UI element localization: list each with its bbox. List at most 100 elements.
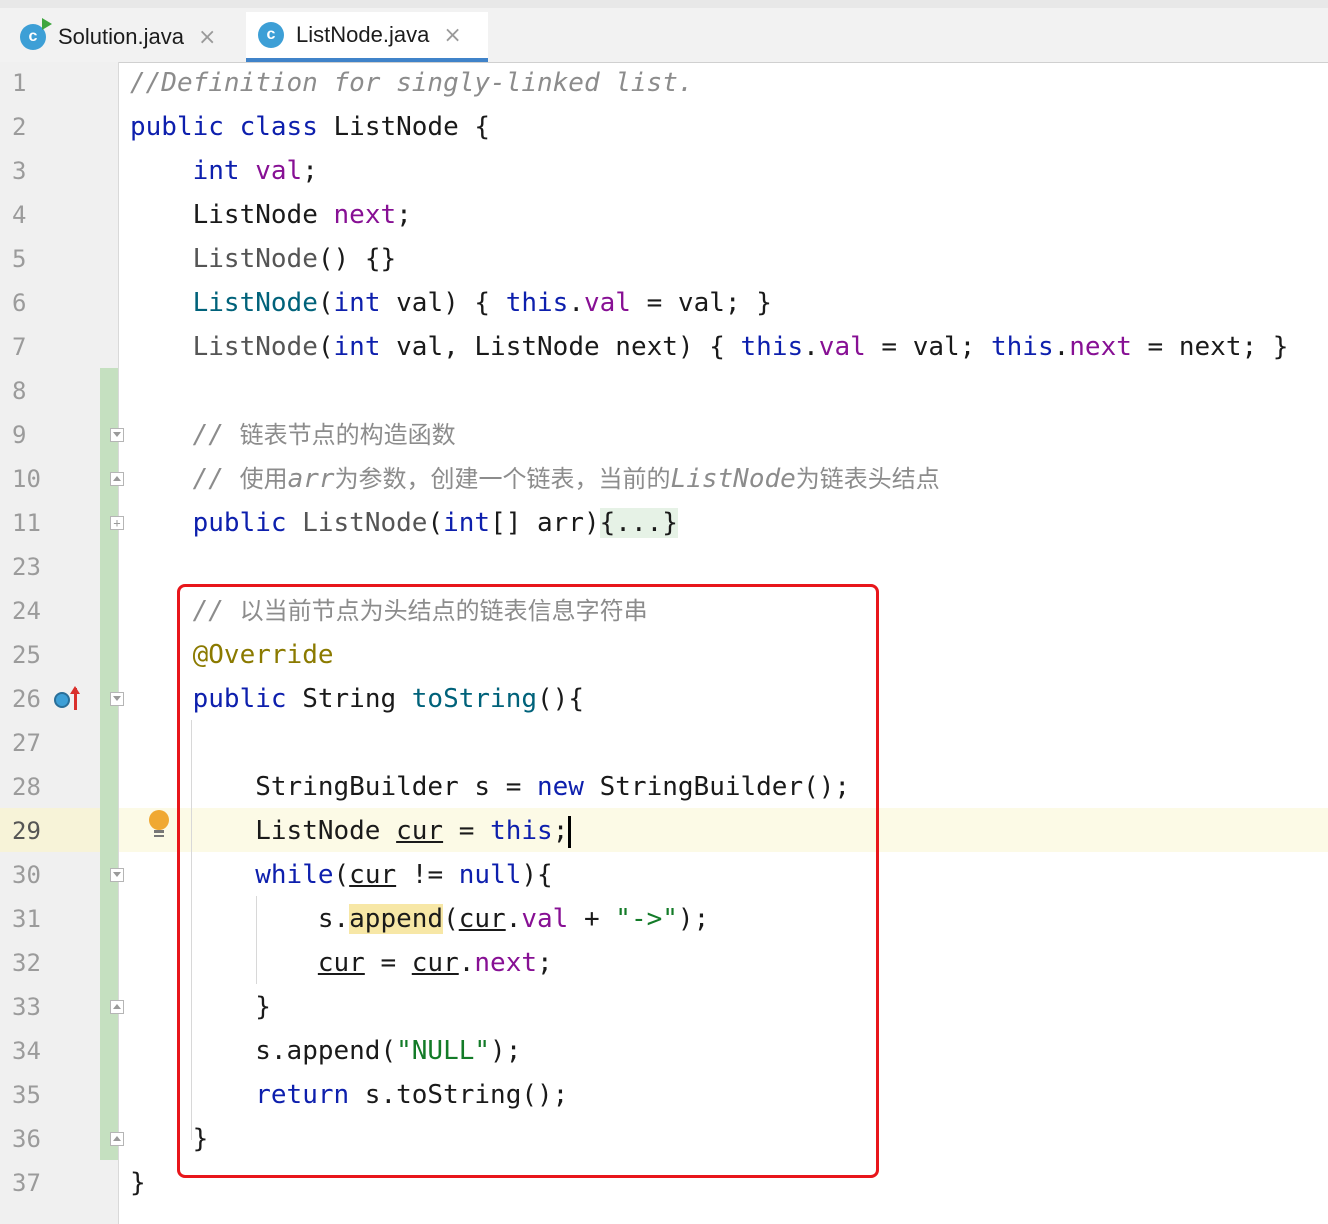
line-number: 24 xyxy=(12,597,41,625)
line-number: 33 xyxy=(12,993,41,1021)
keyword: int xyxy=(333,332,381,362)
code-line-11[interactable]: public ListNode(int[] arr){...} xyxy=(130,501,678,545)
comment: // xyxy=(192,420,240,450)
code-line-6[interactable]: ListNode(int val) { this.val = val; } xyxy=(130,281,772,325)
keyword: public xyxy=(192,508,287,538)
code-line-9[interactable]: // 链表节点的构造函数 xyxy=(130,413,456,457)
punct: ; xyxy=(302,156,318,186)
type: ListNode xyxy=(192,200,318,230)
editor-tab-bar: c Solution.java × c ListNode.java × xyxy=(0,0,1328,63)
code-text: [] arr) xyxy=(490,508,600,538)
line-number: 1 xyxy=(12,69,27,97)
code-line-37[interactable]: } xyxy=(130,1161,146,1205)
close-icon[interactable]: × xyxy=(198,25,216,50)
comment: // xyxy=(192,464,240,494)
line-number: 36 xyxy=(12,1125,41,1153)
punct: ( xyxy=(317,288,334,318)
code-line-2[interactable]: public class ListNode { xyxy=(130,105,490,149)
field: val xyxy=(255,156,303,186)
code-text: val) { xyxy=(380,288,506,318)
constructor: ListNode xyxy=(192,332,318,362)
keyword: int xyxy=(443,508,491,538)
comment: 链表节点的构造函数 xyxy=(239,421,456,449)
keyword: int xyxy=(333,288,381,318)
comment: arr xyxy=(287,464,335,494)
line-number: 5 xyxy=(12,245,27,273)
line-number: 8 xyxy=(12,377,27,405)
code-text: = next; } xyxy=(1131,332,1289,362)
line-number: 27 xyxy=(12,729,41,757)
fold-collapse-icon[interactable] xyxy=(110,428,124,442)
line-number: 11 xyxy=(12,509,41,537)
line-number: 26 xyxy=(12,685,41,713)
class-c-icon: c xyxy=(20,18,52,50)
line-number: 2 xyxy=(12,113,27,141)
line-number: 31 xyxy=(12,905,41,933)
fold-collapse-icon[interactable] xyxy=(110,868,124,882)
punct: ( xyxy=(427,508,444,538)
comment: 使用 xyxy=(239,465,288,493)
comment: 为参数，创建一个链表，当前的 xyxy=(334,465,671,493)
line-number: 10 xyxy=(12,465,41,493)
line-number-current: 29 xyxy=(12,817,41,845)
code-text: = val; xyxy=(865,332,991,362)
line-number: 37 xyxy=(12,1169,41,1197)
brace: } xyxy=(130,1168,146,1198)
tab-label: ListNode.java xyxy=(296,22,430,47)
field: next xyxy=(1069,332,1132,362)
tab-label: Solution.java xyxy=(58,24,184,49)
keyword: class xyxy=(239,112,318,142)
line-number: 6 xyxy=(12,289,27,317)
punct: . xyxy=(568,288,584,318)
fold-end-icon[interactable] xyxy=(110,472,124,486)
keyword: public xyxy=(130,112,224,142)
constructor: ListNode xyxy=(192,288,318,318)
override-arrow xyxy=(70,686,80,710)
highlight-annotation-box xyxy=(177,584,879,1178)
field: next xyxy=(333,200,397,230)
line-number: 23 xyxy=(12,553,41,581)
line-number: 25 xyxy=(12,641,41,669)
vcs-added-lines-marker[interactable] xyxy=(100,368,118,1160)
line-number: 4 xyxy=(12,201,27,229)
keyword: this xyxy=(505,288,569,318)
field: val xyxy=(584,288,631,318)
punct: ; xyxy=(396,200,412,230)
code-line-4[interactable]: ListNode next; xyxy=(130,193,412,237)
comment: ListNode xyxy=(670,464,796,494)
keyword: this xyxy=(740,332,804,362)
field: val xyxy=(818,332,866,362)
comment: 为链表头结点 xyxy=(795,465,940,493)
brace: { xyxy=(474,112,491,142)
code-line-10[interactable]: // 使用arr为参数，创建一个链表，当前的ListNode为链表头结点 xyxy=(130,457,940,501)
punct: () {} xyxy=(317,244,397,274)
line-number: 30 xyxy=(12,861,41,889)
window-top-strip xyxy=(0,0,1328,8)
overrides-method-icon[interactable] xyxy=(54,686,84,712)
fold-end-icon[interactable] xyxy=(110,1000,124,1014)
punct: . xyxy=(1053,332,1070,362)
class-name: ListNode xyxy=(333,112,459,142)
tab-solution-java[interactable]: c Solution.java × xyxy=(14,12,244,62)
constructor: ListNode xyxy=(192,244,318,274)
fold-end-icon[interactable] xyxy=(110,1132,124,1146)
class-c-icon: c xyxy=(258,22,284,48)
folded-code-placeholder[interactable]: {...} xyxy=(599,508,678,538)
code-line-3[interactable]: int val; xyxy=(130,149,318,193)
line-number: 7 xyxy=(12,333,27,361)
line-number: 32 xyxy=(12,949,41,977)
fold-expand-icon[interactable]: + xyxy=(110,516,124,530)
tab-listnode-java[interactable]: c ListNode.java × xyxy=(246,12,488,62)
line-number: 35 xyxy=(12,1081,41,1109)
comment: //Definition for singly-linked list. xyxy=(130,68,694,98)
constructor: ListNode xyxy=(302,508,428,538)
keyword: this xyxy=(991,332,1054,362)
code-line-7[interactable]: ListNode(int val, ListNode next) { this.… xyxy=(130,325,1289,369)
fold-collapse-icon[interactable] xyxy=(110,692,124,706)
code-line-5[interactable]: ListNode() {} xyxy=(130,237,397,281)
close-icon[interactable]: × xyxy=(443,23,461,48)
code-line-1[interactable]: //Definition for singly-linked list. xyxy=(130,61,694,105)
keyword: int xyxy=(192,156,240,186)
line-number: 3 xyxy=(12,157,27,185)
punct: . xyxy=(803,332,819,362)
